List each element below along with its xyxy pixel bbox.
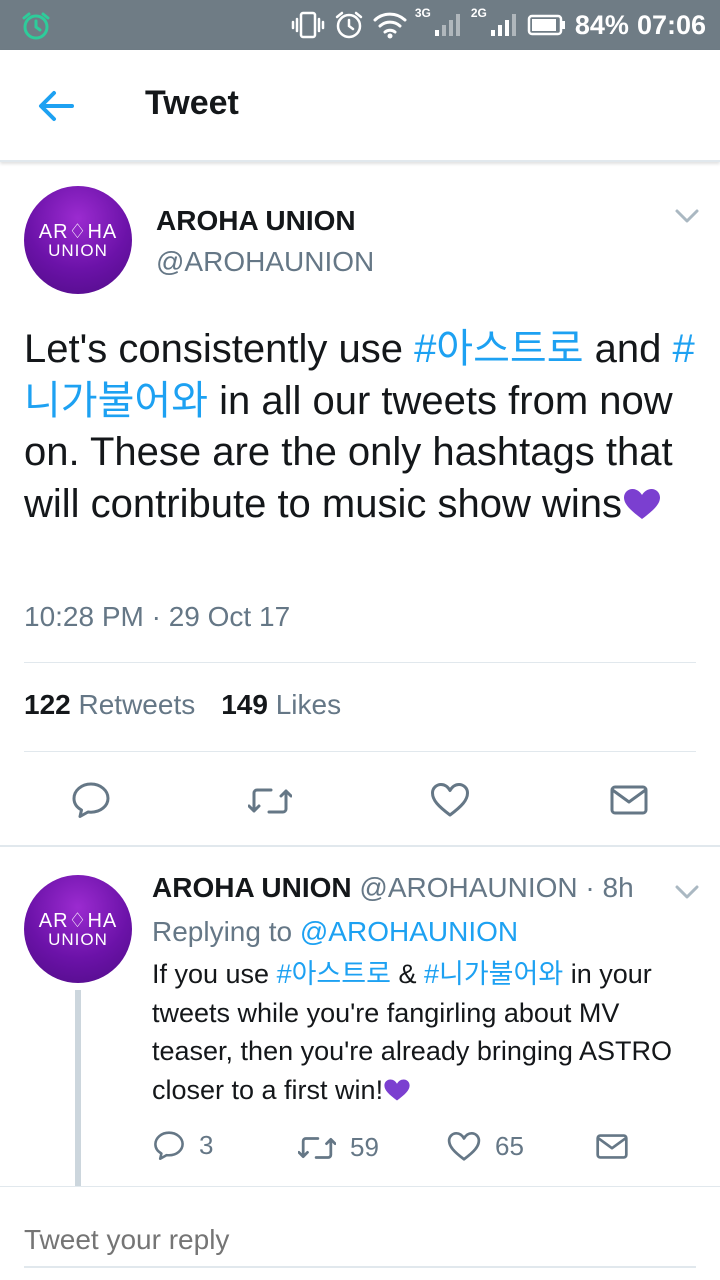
status-bar: 3G 2G 84% 07:06 bbox=[0, 0, 720, 50]
hashtag-link[interactable]: #아스트로 bbox=[414, 327, 583, 371]
vibrate-icon bbox=[291, 11, 325, 39]
back-arrow-icon[interactable] bbox=[32, 86, 80, 126]
signal-icon bbox=[434, 14, 460, 36]
reply-text: If you use #아스트로 & #니가불어와 in your tweets… bbox=[152, 955, 697, 1109]
likes-stat[interactable]: 149 Likes bbox=[221, 689, 341, 721]
divider bbox=[0, 1186, 720, 1187]
status-icons: 3G 2G 84% 07:06 bbox=[291, 0, 706, 50]
app-bar: Tweet bbox=[0, 50, 720, 162]
input-underline bbox=[24, 1266, 696, 1268]
reply-count: 3 bbox=[199, 1130, 214, 1160]
reply-handle-time: @AROHAUNION · 8h bbox=[351, 872, 634, 903]
avatar-logo-line2: UNION bbox=[48, 240, 108, 260]
reply-header: AROHA UNION @AROHAUNION · 8h bbox=[152, 872, 634, 904]
heart-icon bbox=[447, 1131, 481, 1161]
author-name[interactable]: AROHA UNION bbox=[156, 205, 356, 237]
alarm-icon bbox=[335, 11, 363, 39]
purple-heart-emoji-icon bbox=[624, 488, 660, 519]
avatar[interactable]: AR♢HA UNION bbox=[24, 186, 132, 294]
tweet-timestamp: 10:28 PM · 29 Oct 17 bbox=[24, 601, 291, 632]
battery-icon bbox=[527, 13, 567, 37]
heart-icon bbox=[431, 783, 469, 817]
envelope-icon bbox=[596, 1134, 628, 1159]
like-count: 65 bbox=[495, 1131, 524, 1161]
signal-icon bbox=[490, 14, 516, 36]
retweet-icon bbox=[248, 788, 292, 814]
reply-text-part: If you use bbox=[152, 959, 277, 989]
avatar-logo-line1: AR♢HA bbox=[38, 220, 118, 243]
reply-input[interactable] bbox=[24, 1216, 696, 1264]
retweet-icon bbox=[298, 1136, 336, 1159]
retweet-count: 122 bbox=[24, 689, 71, 720]
reply-button[interactable] bbox=[71, 781, 111, 819]
wifi-icon bbox=[373, 12, 407, 39]
hashtag-link[interactable]: #아스트로 bbox=[277, 959, 391, 989]
direct-message-button[interactable] bbox=[596, 1133, 628, 1160]
section-divider bbox=[0, 845, 720, 847]
mention-link[interactable]: @AROHAUNION bbox=[300, 916, 518, 947]
like-button[interactable] bbox=[430, 782, 470, 818]
tweet-stats: 122 Retweets 149 Likes bbox=[24, 689, 341, 721]
reply-author-name[interactable]: AROHA UNION bbox=[152, 872, 352, 903]
avatar-logo-line1: AR♢HA bbox=[38, 909, 118, 932]
tweet-text-part: and bbox=[583, 327, 673, 371]
retweet-label: Retweets bbox=[78, 689, 196, 720]
reply-icon bbox=[154, 1131, 184, 1160]
retweet-button[interactable]: 59 bbox=[298, 1132, 379, 1163]
battery-percent: 84% bbox=[574, 9, 629, 40]
reply-button[interactable]: 3 bbox=[153, 1130, 213, 1161]
retweet-button[interactable] bbox=[248, 785, 292, 817]
tweet-text-part: Let's consistently use bbox=[24, 327, 415, 371]
status-time: 07:06 bbox=[636, 9, 706, 40]
author-handle[interactable]: @AROHAUNION bbox=[156, 246, 374, 278]
envelope-icon bbox=[610, 785, 648, 815]
chevron-down-icon[interactable] bbox=[674, 208, 700, 224]
avatar-logo-line2: UNION bbox=[48, 929, 108, 949]
replying-to: Replying to @AROHAUNION bbox=[152, 916, 518, 948]
alarm-clock-icon bbox=[22, 12, 50, 40]
reply-icon bbox=[72, 782, 110, 818]
chevron-down-icon[interactable] bbox=[674, 884, 700, 900]
network-2g-label: 2G bbox=[470, 6, 487, 20]
tweet-text: Let's consistently use #아스트로 and #니가불어와 … bbox=[24, 324, 700, 530]
like-button[interactable]: 65 bbox=[447, 1131, 524, 1162]
like-label: Likes bbox=[275, 689, 342, 720]
like-count: 149 bbox=[221, 689, 268, 720]
thread-line bbox=[75, 990, 81, 1186]
divider bbox=[24, 662, 696, 663]
network-3g-label: 3G bbox=[414, 6, 431, 20]
direct-message-button[interactable] bbox=[610, 784, 648, 816]
avatar[interactable]: AR♢HA UNION bbox=[24, 875, 132, 983]
retweets-stat[interactable]: 122 Retweets bbox=[24, 689, 195, 721]
hashtag-link[interactable]: #니가불어와 bbox=[424, 959, 563, 989]
divider bbox=[24, 751, 696, 752]
reply-text-part: & bbox=[390, 959, 424, 989]
replying-label: Replying to bbox=[152, 916, 300, 947]
page-title: Tweet bbox=[145, 84, 239, 122]
retweet-count: 59 bbox=[350, 1132, 379, 1162]
purple-heart-emoji-icon bbox=[384, 1079, 410, 1100]
